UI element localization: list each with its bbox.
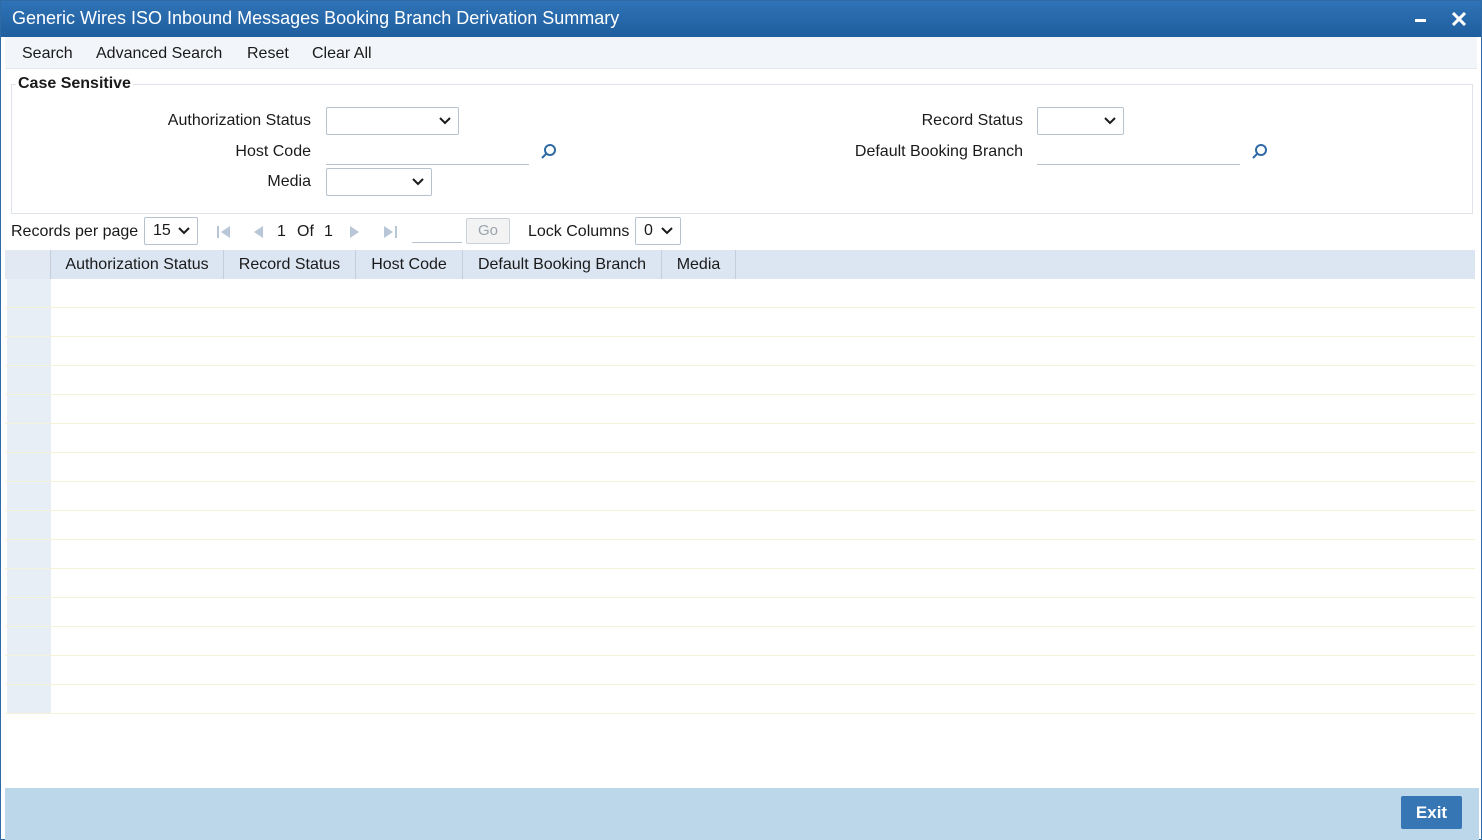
table-row[interactable] — [5, 395, 1475, 424]
advanced-search-button[interactable]: Advanced Search — [96, 45, 222, 63]
row-selector[interactable] — [7, 395, 51, 423]
column-header-authorization-status[interactable]: Authorization Status — [51, 250, 224, 279]
row-selector[interactable] — [7, 337, 51, 365]
table-row[interactable] — [5, 540, 1475, 569]
row-selector[interactable] — [7, 424, 51, 452]
search-button[interactable]: Search — [22, 45, 73, 63]
column-header-host-code[interactable]: Host Code — [356, 250, 463, 279]
chevron-down-icon — [178, 227, 190, 235]
row-selector[interactable] — [7, 627, 51, 655]
row-selector[interactable] — [7, 482, 51, 510]
minimize-icon[interactable] — [1409, 7, 1433, 31]
case-sensitive-legend: Case Sensitive — [16, 75, 133, 93]
host-code-input[interactable] — [326, 137, 529, 165]
row-selector[interactable] — [7, 569, 51, 597]
first-page-icon[interactable] — [216, 224, 232, 240]
total-pages: 1 — [324, 223, 333, 240]
row-selector[interactable] — [7, 685, 51, 713]
row-selector[interactable] — [7, 453, 51, 481]
clear-all-button[interactable]: Clear All — [312, 45, 372, 63]
row-selector[interactable] — [7, 279, 51, 307]
row-selector[interactable] — [7, 511, 51, 539]
chevron-down-icon — [412, 178, 424, 186]
toolbar: Search Advanced Search Reset Clear All — [5, 37, 1477, 69]
records-per-page-label: Records per page — [11, 223, 139, 240]
default-booking-branch-label: Default Booking Branch — [854, 143, 1023, 160]
table-row[interactable] — [5, 337, 1475, 366]
table-row[interactable] — [5, 482, 1475, 511]
summary-window: Generic Wires ISO Inbound Messages Booki… — [0, 0, 1482, 840]
authorization-status-select[interactable] — [326, 107, 459, 135]
table-row[interactable] — [5, 685, 1475, 714]
table-row[interactable] — [5, 627, 1475, 656]
row-selector[interactable] — [7, 540, 51, 568]
previous-page-icon[interactable] — [250, 224, 266, 240]
records-per-page-select[interactable]: 15 — [144, 217, 198, 245]
results-table-body — [5, 279, 1475, 714]
title-bar: Generic Wires ISO Inbound Messages Booki… — [1, 1, 1481, 37]
exit-button[interactable]: Exit — [1401, 796, 1462, 829]
of-label: Of — [297, 223, 314, 240]
table-row[interactable] — [5, 279, 1475, 308]
media-select[interactable] — [326, 168, 432, 196]
reset-button[interactable]: Reset — [247, 45, 289, 63]
column-header-media[interactable]: Media — [662, 250, 736, 279]
table-row[interactable] — [5, 511, 1475, 540]
chevron-down-icon — [661, 227, 673, 235]
next-page-icon[interactable] — [347, 224, 363, 240]
records-per-page-value: 15 — [153, 222, 171, 239]
table-row[interactable] — [5, 366, 1475, 395]
table-row[interactable] — [5, 656, 1475, 685]
select-all-column[interactable] — [5, 250, 51, 279]
column-header-default-booking-branch[interactable]: Default Booking Branch — [463, 250, 662, 279]
authorization-status-label: Authorization Status — [167, 112, 311, 129]
chevron-down-icon — [439, 117, 451, 125]
record-status-select[interactable] — [1037, 107, 1124, 135]
footer-bar: Exit — [5, 788, 1479, 840]
row-selector[interactable] — [7, 598, 51, 626]
search-lens-icon[interactable] — [540, 143, 558, 161]
go-to-page-input[interactable] — [412, 219, 462, 243]
lock-columns-value: 0 — [644, 222, 653, 239]
record-status-label: Record Status — [921, 112, 1023, 129]
row-selector[interactable] — [7, 656, 51, 684]
column-header-record-status[interactable]: Record Status — [224, 250, 356, 279]
pagination-bar: Records per page 15 1 Of 1 Go Lock Colum… — [1, 215, 1481, 249]
search-lens-icon[interactable] — [1251, 143, 1269, 161]
table-row[interactable] — [5, 424, 1475, 453]
go-button[interactable]: Go — [466, 218, 510, 244]
table-row[interactable] — [5, 308, 1475, 337]
table-row[interactable] — [5, 569, 1475, 598]
current-page: 1 — [277, 223, 286, 240]
row-selector[interactable] — [7, 308, 51, 336]
host-code-label: Host Code — [235, 143, 311, 160]
window-title: Generic Wires ISO Inbound Messages Booki… — [12, 8, 620, 28]
table-row[interactable] — [5, 598, 1475, 627]
chevron-down-icon — [1104, 117, 1116, 125]
media-label: Media — [267, 173, 311, 190]
results-table-header: Authorization Status Record Status Host … — [5, 250, 1475, 279]
lock-columns-label: Lock Columns — [528, 223, 630, 240]
default-booking-branch-input[interactable] — [1037, 137, 1240, 165]
close-icon[interactable] — [1447, 7, 1471, 31]
row-selector[interactable] — [7, 366, 51, 394]
lock-columns-select[interactable]: 0 — [635, 217, 681, 245]
last-page-icon[interactable] — [382, 224, 398, 240]
table-row[interactable] — [5, 453, 1475, 482]
